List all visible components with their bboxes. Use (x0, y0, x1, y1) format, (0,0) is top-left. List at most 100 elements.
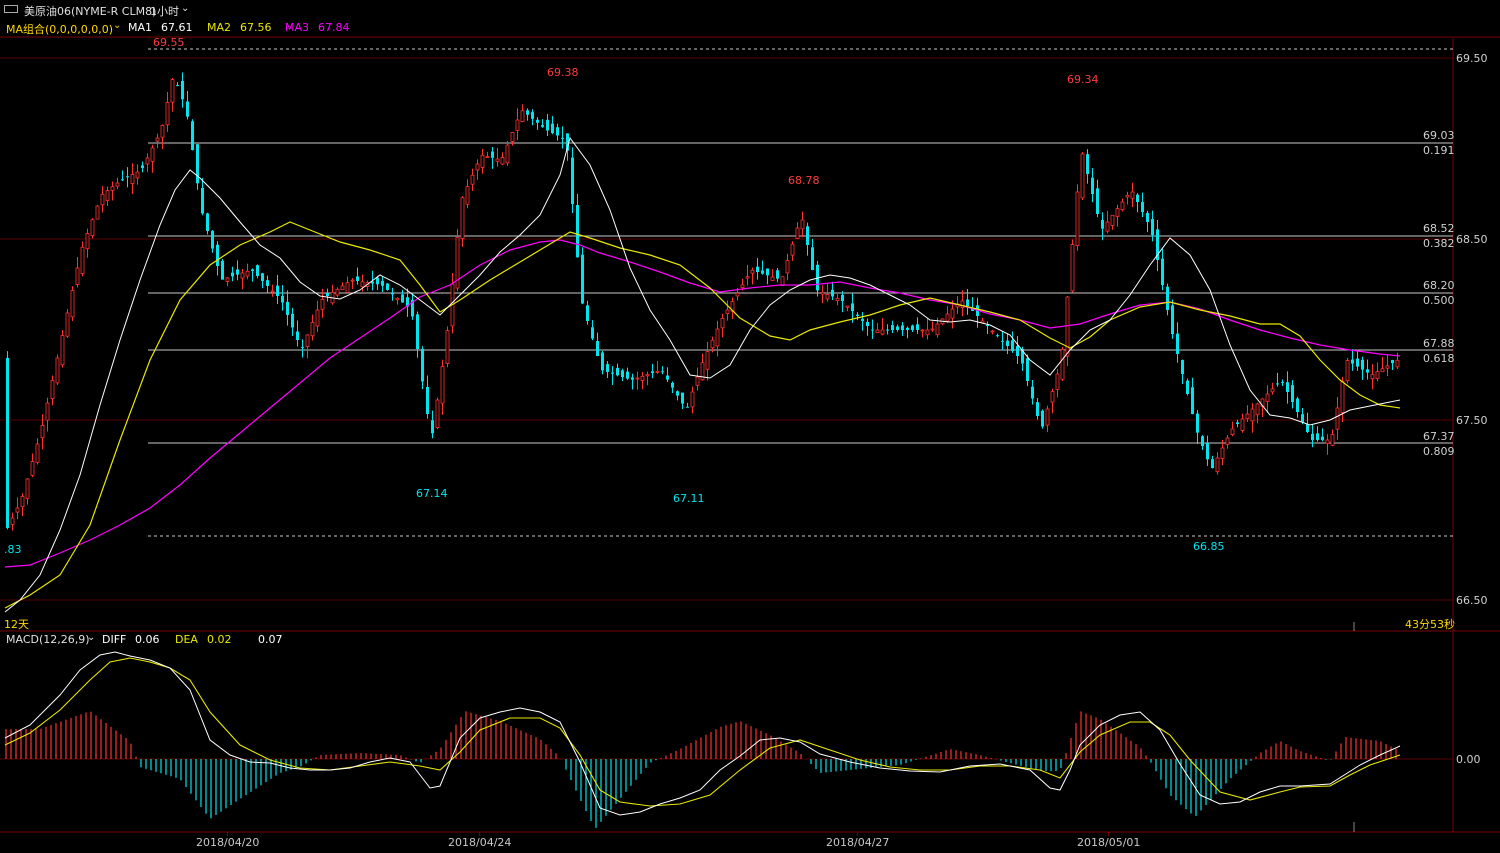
candle-body (100, 193, 105, 206)
candle-body (510, 132, 515, 142)
candle-body (1041, 410, 1044, 427)
candle-body (470, 174, 475, 185)
candle-body (1146, 212, 1149, 222)
fib-price-label: 67.88 (1423, 337, 1455, 350)
candle-body (546, 119, 549, 131)
x-axis-date: 2018/04/20 (196, 836, 260, 849)
candle-body (315, 309, 320, 327)
candle-body (606, 364, 609, 372)
candle-body (1215, 457, 1220, 473)
candle-body (526, 110, 529, 115)
candle-body (1380, 368, 1385, 373)
candle-body (360, 281, 365, 288)
candle-body (40, 425, 45, 439)
candle-body (611, 372, 614, 374)
candle-body (480, 154, 485, 168)
candle-body (785, 260, 790, 274)
macd-histogram[interactable] (5, 711, 1397, 828)
candle-body (776, 270, 779, 279)
candle-body (571, 157, 574, 204)
candle-body (645, 374, 650, 377)
candle-body (655, 370, 660, 373)
candle-body (85, 233, 90, 250)
candle-body (395, 297, 400, 301)
candle-body (695, 376, 700, 386)
candle-body (115, 182, 120, 187)
candle-body (141, 165, 144, 168)
candle-body (866, 321, 869, 326)
candle-body (891, 325, 894, 330)
candle-body (635, 377, 640, 380)
candle-body (191, 121, 194, 150)
candlestick-series[interactable] (6, 72, 1400, 531)
candle-body (790, 243, 795, 256)
candle-body (1120, 201, 1125, 211)
chevron-down-icon[interactable]: ⌄ (87, 632, 95, 643)
candle-body (945, 313, 950, 322)
macd-value: 0.07 (258, 633, 283, 646)
macd-label[interactable]: MACD(12,26,9) (6, 633, 90, 646)
candle-body (820, 291, 825, 295)
candle-body (841, 294, 844, 301)
candle-body (135, 171, 140, 179)
candle-body (990, 330, 995, 333)
candle-body (591, 327, 594, 339)
candle-body (1230, 428, 1235, 435)
ma2-line[interactable] (4, 221, 1401, 609)
candle-body (256, 265, 259, 276)
candle-body (1395, 359, 1400, 368)
x-axis-tick (1108, 832, 1109, 836)
candle-body (1091, 177, 1094, 194)
candle-body (145, 157, 150, 165)
candle-body (1075, 191, 1080, 247)
low-annotation: 66.85 (1193, 540, 1225, 553)
candle-body (586, 305, 589, 321)
candle-body (55, 357, 60, 384)
candle-body (1340, 380, 1345, 413)
candle-body (500, 157, 505, 165)
candle-body (1361, 359, 1364, 370)
candle-body (676, 391, 679, 396)
candle-body (206, 213, 209, 231)
fib-price-label: 68.20 (1423, 279, 1455, 292)
candle-body (350, 279, 355, 282)
candle-body (1096, 188, 1099, 214)
candle-body (1291, 385, 1294, 402)
macd-indicator-bar: MACD(12,26,9) ⌄ DIFF 0.06 DEA 0.02 0.07 (0, 632, 400, 648)
fib-ratio-label: 0.500 (1423, 294, 1455, 307)
candle-body (715, 328, 720, 347)
candle-body (1240, 418, 1245, 431)
candle-body (1045, 408, 1050, 426)
candle-body (561, 137, 564, 139)
high-annotation: 69.55 (153, 36, 185, 49)
candle-body (1016, 345, 1019, 356)
x-axis-tick (857, 832, 858, 836)
candle-body (391, 293, 394, 295)
candle-body (661, 371, 664, 373)
candle-body (80, 246, 85, 274)
candle-body (576, 204, 579, 258)
candle-body (1080, 153, 1085, 199)
candle-body (1086, 154, 1089, 174)
price-axis-label: 67.50 (1456, 414, 1488, 427)
candle-body (281, 295, 284, 303)
candle-body (45, 402, 50, 421)
candle-body (780, 276, 785, 287)
candle-body (326, 293, 329, 296)
candle-body (376, 277, 379, 285)
candle-body (130, 174, 135, 184)
candle-body (245, 270, 250, 277)
diff-value: 0.06 (135, 633, 160, 646)
chart-canvas[interactable] (0, 0, 1500, 853)
candle-body (1130, 191, 1135, 199)
countdown-label: 43分53秒 (1405, 618, 1455, 631)
candle-body (65, 312, 70, 337)
ma3-line[interactable] (4, 239, 1401, 568)
candle-body (1321, 436, 1324, 440)
candle-body (1191, 387, 1194, 414)
candle-body (181, 80, 184, 100)
price-axis-label: 68.50 (1456, 233, 1488, 246)
candle-body (871, 329, 874, 331)
candle-body (105, 190, 110, 202)
candle-body (276, 285, 279, 296)
